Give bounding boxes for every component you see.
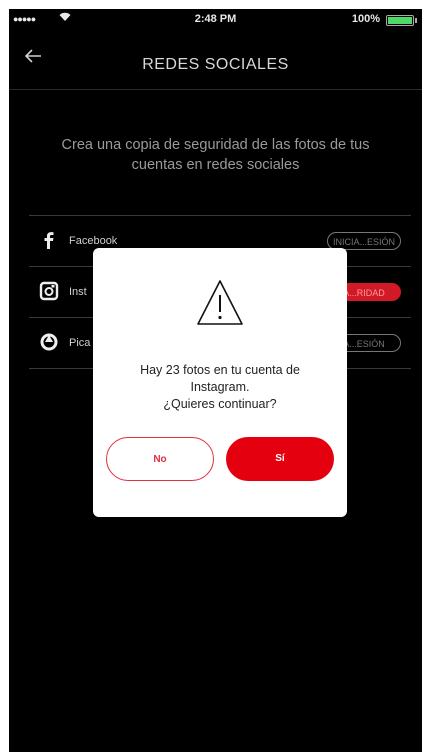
facebook-icon	[39, 230, 59, 250]
dialog-line-3: ¿Quieres continuar?	[163, 397, 277, 411]
confirm-dialog: Hay 23 fotos en tu cuenta de Instagram. …	[93, 248, 347, 517]
status-bar: ●●●●● 2:48 PM 100%	[9, 9, 422, 31]
warning-icon	[196, 278, 244, 330]
nav-bar: REDES SOCIALES	[9, 31, 422, 90]
page-title: REDES SOCIALES	[142, 56, 289, 73]
yes-button[interactable]: Sí	[226, 437, 334, 481]
dialog-line-2: Instagram.	[190, 380, 250, 394]
instagram-icon	[39, 281, 59, 301]
dialog-line-1: Hay 23 fotos en tu cuenta de	[140, 363, 300, 377]
item-label: Inst	[69, 286, 87, 298]
battery-percent: 100%	[351, 13, 380, 25]
item-label: Facebook	[69, 235, 118, 247]
intro-text: Crea una copia de seguridad de las fotos…	[61, 137, 370, 173]
dialog-message: Hay 23 fotos en tu cuenta de Instagram. …	[113, 362, 327, 413]
picasa-icon	[39, 332, 59, 352]
battery-icon	[386, 15, 417, 26]
app-screen: ●●●●● 2:48 PM 100% REDES SOCIALES Crea u…	[9, 9, 422, 752]
no-button[interactable]: No	[106, 437, 214, 481]
item-label: Pica	[69, 337, 91, 349]
